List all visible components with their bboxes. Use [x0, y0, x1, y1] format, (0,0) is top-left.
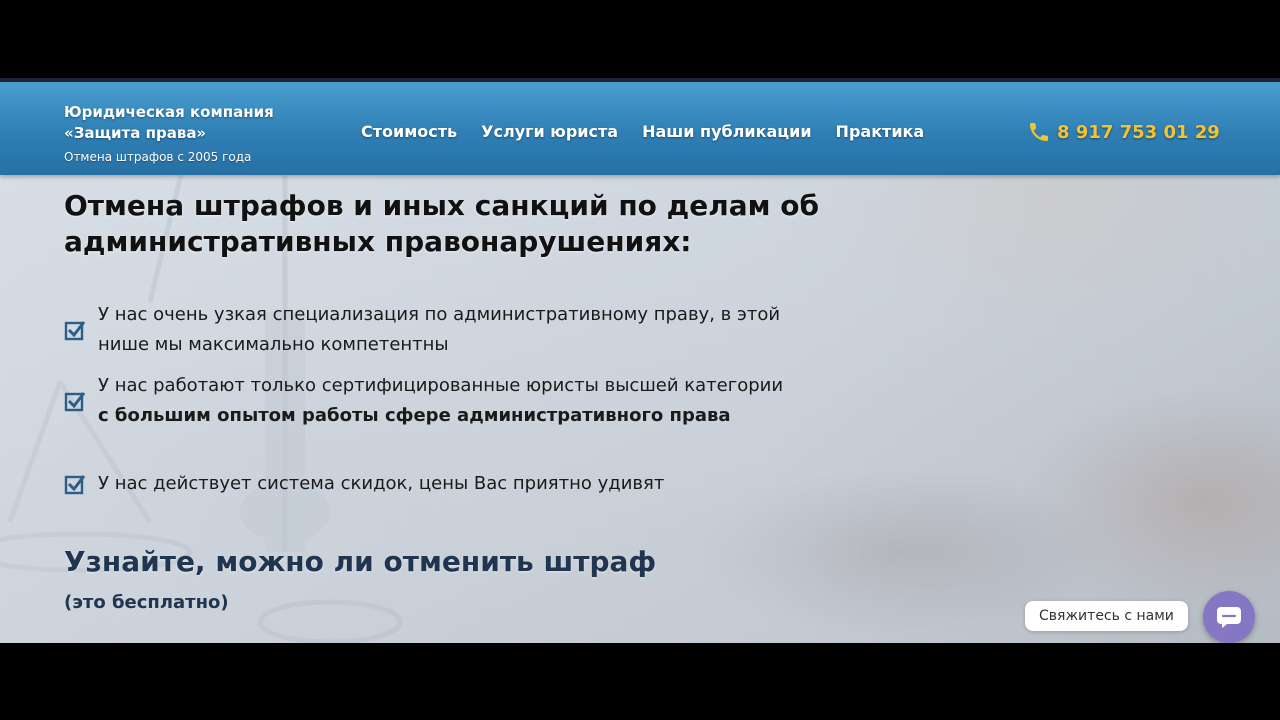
feature-item: У нас работают только сертифицированные … [64, 371, 784, 431]
nav-item-services[interactable]: Услуги юриста [481, 122, 618, 146]
cta-title: Узнайте, можно ли отменить штраф [64, 545, 657, 578]
nav-item-practice[interactable]: Практика [836, 122, 925, 146]
checkbox-icon [64, 475, 86, 495]
phone-icon [1030, 123, 1048, 141]
company-tagline: Отмена штрафов с 2005 года [64, 150, 252, 164]
phone-link[interactable]: 8 917 753 01 29 [1027, 120, 1220, 144]
phone-number[interactable]: 8 917 753 01 29 [1057, 122, 1220, 143]
site-header: Юридическая компания «Защита права» Отме… [0, 82, 1280, 175]
feature-item: У нас действует система скидок, цены Вас… [64, 469, 784, 499]
feature-text-regular: У нас работают только сертифицированные … [98, 375, 784, 396]
cta-subtitle: (это бесплатно) [64, 592, 229, 613]
company-name[interactable]: Юридическая компания «Защита права» [64, 102, 324, 144]
chat-icon [1217, 607, 1241, 628]
checkbox-icon [64, 321, 86, 341]
chat-widget-button[interactable] [1203, 591, 1255, 643]
feature-item: У нас очень узкая специализация по админ… [64, 300, 784, 360]
hero-title: Отмена штрафов и иных санкций по делам о… [64, 189, 820, 258]
contact-us-label[interactable]: Свяжитесь с нами [1025, 601, 1188, 631]
feature-text: У нас работают только сертифицированные … [98, 371, 784, 431]
main-nav: Стоимость Услуги юриста Наши публикации … [361, 122, 924, 146]
feature-text: У нас очень узкая специализация по админ… [98, 304, 781, 355]
feature-text: У нас действует система скидок, цены Вас… [98, 473, 665, 494]
feature-text-bold: с большим опытом работы сфере администра… [98, 405, 731, 426]
nav-item-pricing[interactable]: Стоимость [361, 122, 457, 146]
nav-item-publications[interactable]: Наши публикации [642, 122, 811, 146]
page-viewport: Юридическая компания «Защита права» Отме… [0, 78, 1280, 643]
checkbox-icon [64, 392, 86, 412]
